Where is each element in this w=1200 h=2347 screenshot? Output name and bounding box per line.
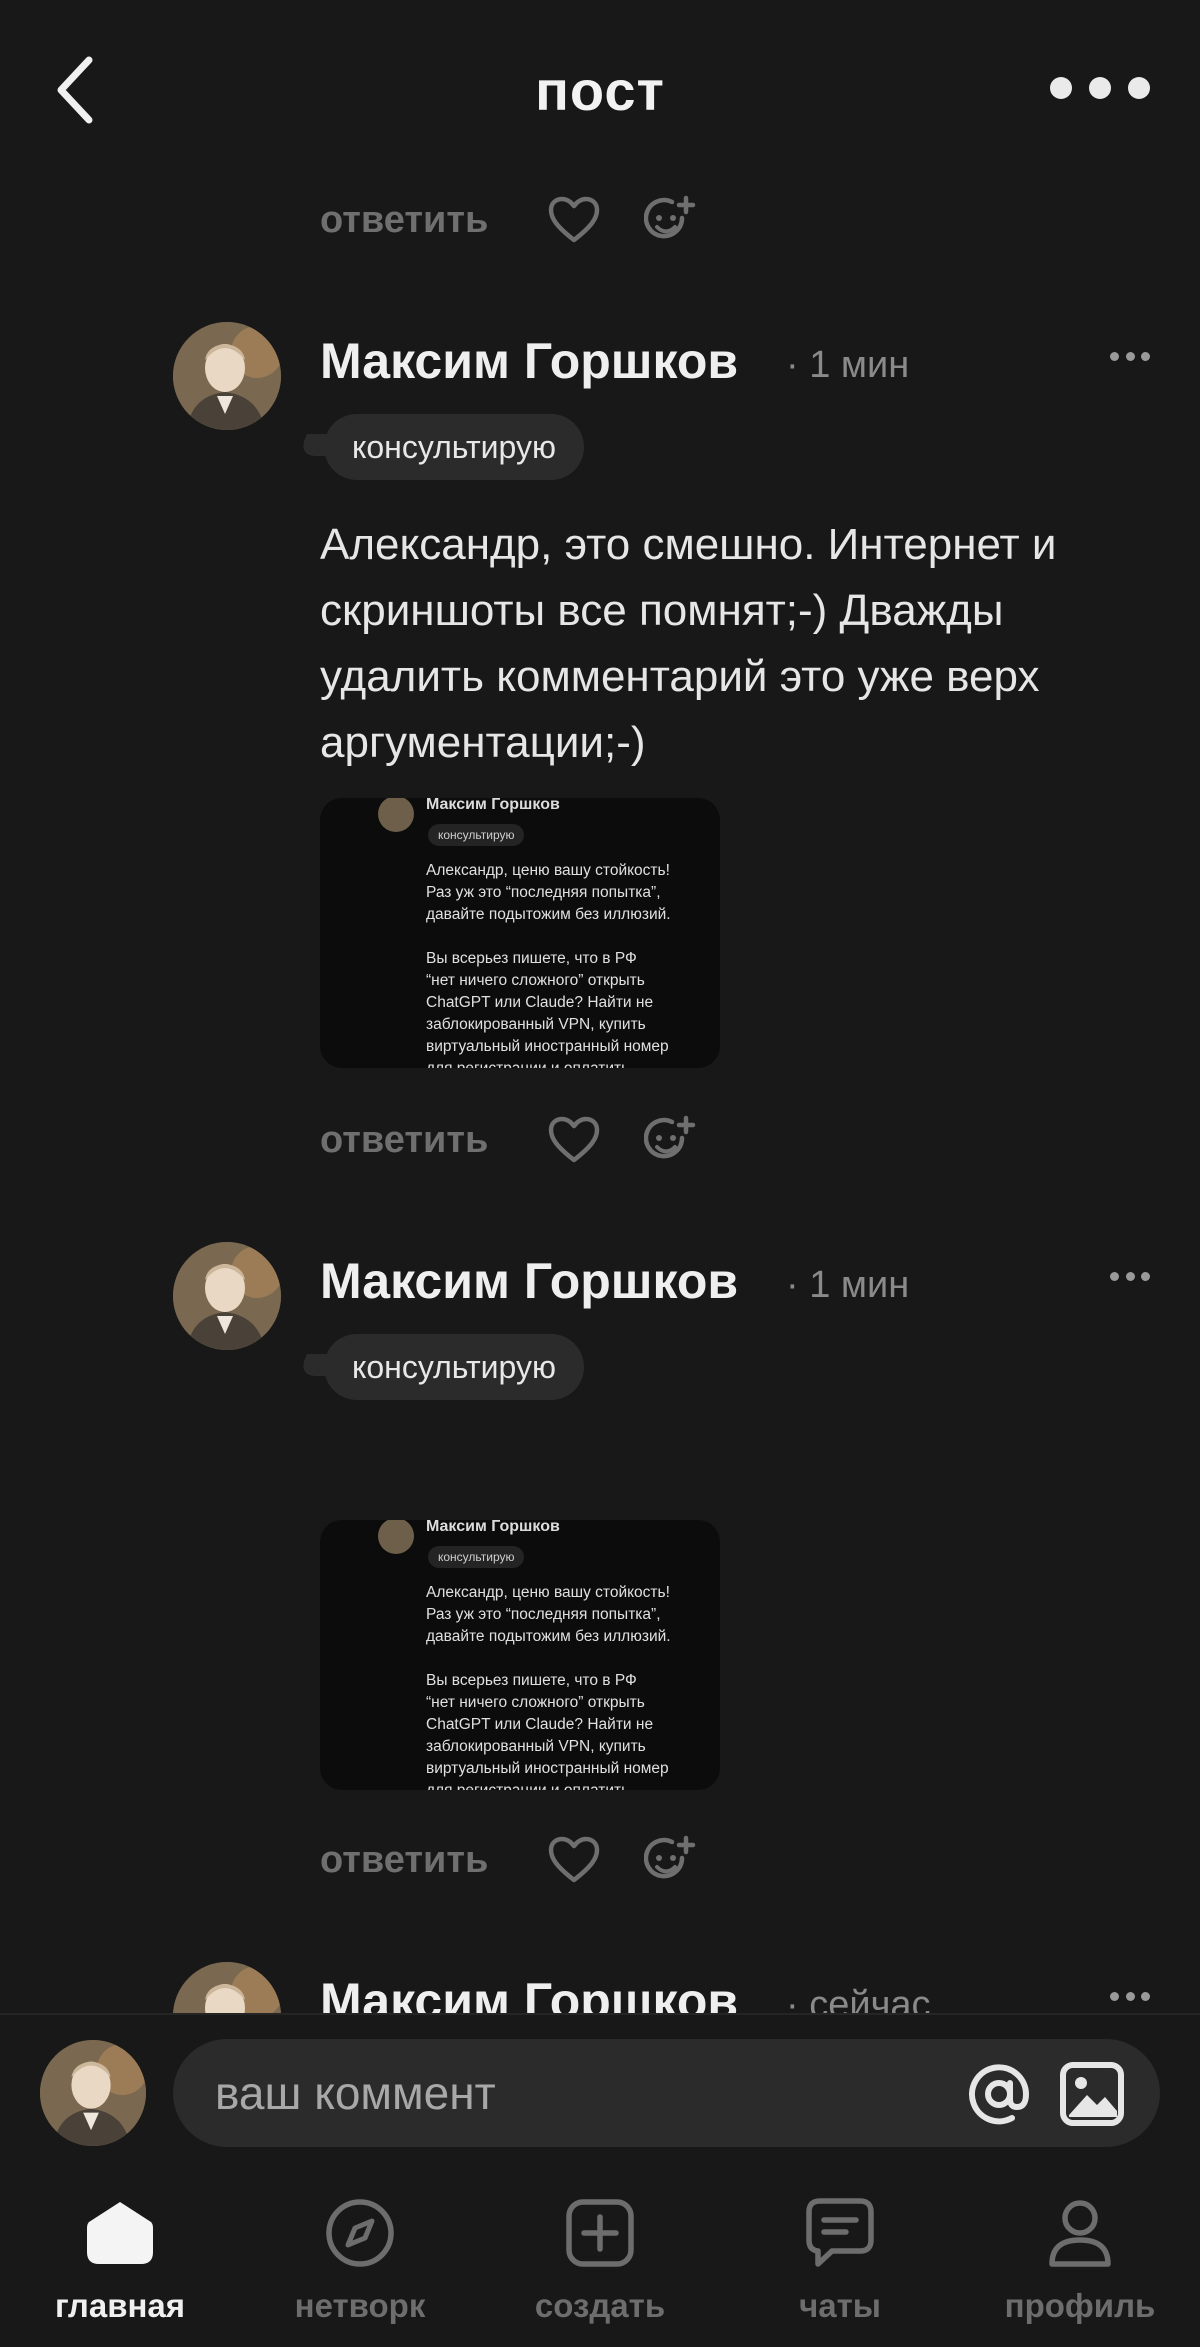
more-options-button[interactable] (1050, 70, 1150, 106)
mention-button[interactable] (965, 2060, 1033, 2128)
page-title: пост (535, 59, 665, 122)
comment: Максим Горшков · 1 мин консультирую Макс… (0, 1242, 1200, 1842)
comment-time: · сейчас (786, 1984, 931, 2014)
attach-image-button[interactable] (1058, 2060, 1126, 2128)
attachment-text: Александр, ценю вашу стойкость! Раз уж э… (426, 862, 671, 1068)
nav-item-network[interactable]: нетворк (260, 2195, 460, 2335)
status-badge: консультирую (324, 1334, 584, 1400)
attachment-badge: консультирую (428, 824, 525, 846)
like-button[interactable] (544, 190, 604, 250)
comment-text: Александр, это смешно. Интернет и скринш… (320, 520, 1057, 767)
avatar-image (40, 2040, 146, 2146)
user-icon (1042, 2195, 1118, 2271)
chat-icon (802, 2195, 878, 2271)
nav-label: профиль (1004, 2287, 1156, 2324)
attachment-badge: консультирую (428, 1546, 525, 1568)
attachment-author: Максим Горшков (426, 798, 560, 813)
avatar-image (173, 322, 281, 430)
nav-label: создать (534, 2287, 666, 2324)
attachment-text: Александр, ценю вашу стойкость! Раз уж э… (426, 1584, 671, 1790)
avatar-image (173, 1962, 281, 2014)
heart-icon (548, 196, 600, 243)
dot-icon (1089, 77, 1111, 99)
author-name[interactable]: Максим Горшков (320, 1252, 738, 1310)
dot-icon (1128, 77, 1150, 99)
attachment-image[interactable]: Максим Горшков консультирую Александр, ц… (320, 1520, 720, 1790)
comment-more-button[interactable] (1110, 1272, 1150, 1284)
add-reaction-button[interactable] (640, 1830, 700, 1890)
author-name[interactable]: Максим Горшков (320, 332, 738, 390)
reply-button[interactable]: ответить (320, 199, 550, 242)
heart-icon (548, 1116, 600, 1163)
dot-icon (1050, 77, 1072, 99)
avatar[interactable] (173, 322, 281, 430)
add-reaction-button[interactable] (640, 190, 700, 250)
nav-label: главная (54, 2287, 186, 2324)
comment-more-button[interactable] (1110, 1992, 1150, 2004)
add-reaction-button[interactable] (640, 1110, 700, 1170)
comment-composer (0, 2015, 1200, 2175)
nav-item-create[interactable]: создать (500, 2195, 700, 2335)
image-icon (1060, 2062, 1124, 2126)
emoji-add-icon (644, 195, 696, 239)
emoji-add-icon (644, 1835, 696, 1879)
author-name[interactable]: Максим Горшков (320, 1972, 738, 2014)
attachment-avatar (378, 1520, 414, 1554)
nav-item-home[interactable]: главная (20, 2195, 220, 2335)
home-icon (82, 2195, 158, 2271)
like-button[interactable] (544, 1110, 604, 1170)
header: пост (0, 0, 1200, 175)
comment-actions: ответить (320, 1830, 700, 1890)
compass-icon (322, 2195, 398, 2271)
heart-icon (548, 1836, 600, 1883)
like-button[interactable] (544, 1830, 604, 1890)
avatar[interactable] (173, 1962, 281, 2014)
reply-button[interactable]: ответить (320, 1119, 550, 1162)
at-sign-icon (969, 2064, 1030, 2125)
reply-button[interactable]: ответить (320, 1839, 550, 1882)
comment-time: · 1 мин (786, 1264, 910, 1306)
attachment-avatar (378, 798, 414, 832)
comment-time: · 1 мин (786, 344, 910, 386)
comment: Максим Горшков · 1 мин консультирую Алек… (0, 322, 1200, 1172)
comment-actions: ответить (320, 1110, 700, 1170)
avatar[interactable] (173, 1242, 281, 1350)
avatar (40, 2040, 146, 2146)
plus-square-icon (562, 2195, 638, 2271)
comment-more-button[interactable] (1110, 352, 1150, 364)
nav-item-profile[interactable]: профиль (980, 2195, 1180, 2335)
comment-actions: ответить (320, 190, 700, 250)
nav-label: нетворк (294, 2287, 426, 2324)
comment: Максим Горшков · сейчас (0, 1962, 1200, 2014)
bottom-nav: главная нетворк создать чаты профиль (0, 2175, 1200, 2347)
status-badge: консультирую (324, 414, 584, 480)
avatar-image (173, 1242, 281, 1350)
attachment-author: Максим Горшков (426, 1520, 560, 1535)
nav-label: чаты (799, 2287, 881, 2324)
attachment-image[interactable]: Максим Горшков консультирую Александр, ц… (320, 798, 720, 1068)
nav-item-chats[interactable]: чаты (740, 2195, 940, 2335)
emoji-add-icon (644, 1115, 696, 1159)
